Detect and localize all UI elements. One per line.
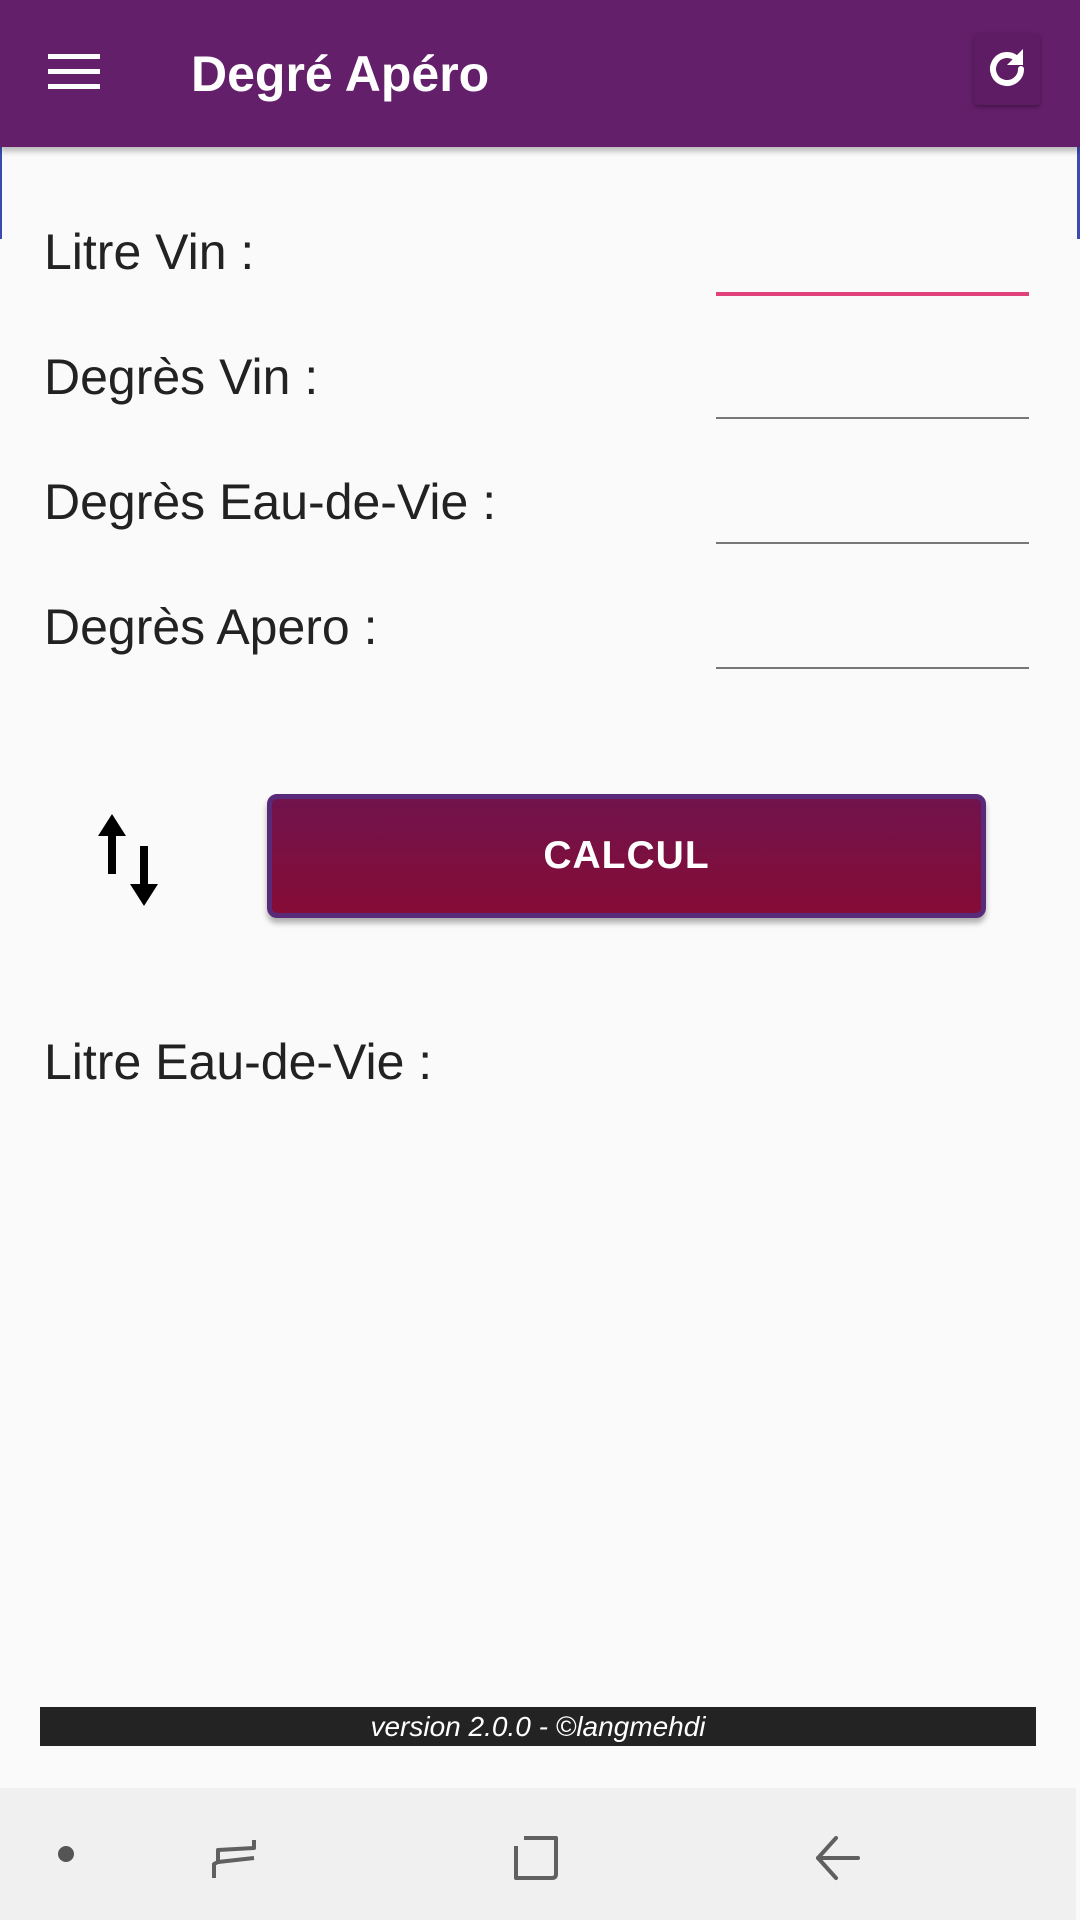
menu-button[interactable] xyxy=(30,28,118,116)
degres-eau-de-vie-input[interactable] xyxy=(716,474,1029,544)
app-title: Degré Apéro xyxy=(191,46,490,102)
nav-back-button[interactable] xyxy=(798,1818,878,1898)
refresh-button[interactable] xyxy=(974,33,1040,105)
degres-vin-input[interactable] xyxy=(716,349,1029,419)
litre-vin-input[interactable] xyxy=(716,226,1029,296)
home-square-icon xyxy=(514,1836,558,1880)
app-bar: Degré Apéro xyxy=(0,0,1080,147)
dot-icon xyxy=(58,1846,74,1862)
nav-recents-button[interactable] xyxy=(194,1818,274,1898)
recent-apps-icon xyxy=(212,1840,256,1878)
app-screen: Degré Apéro Litre Vin : Degrès Vin : Deg… xyxy=(0,0,1080,1920)
degres-apero-label: Degrès Apero : xyxy=(44,599,378,655)
nav-home-button[interactable] xyxy=(496,1818,576,1898)
degres-eau-de-vie-label: Degrès Eau-de-Vie : xyxy=(44,474,497,530)
back-arrow-icon xyxy=(816,1836,860,1880)
calcul-button[interactable]: CALCUL xyxy=(267,794,986,918)
degres-apero-input[interactable] xyxy=(716,599,1029,669)
swap-vertical-icon xyxy=(98,814,158,906)
system-navigation-bar xyxy=(0,1788,1076,1920)
degres-vin-label: Degrès Vin : xyxy=(44,349,319,405)
edge-divider-left xyxy=(0,147,2,239)
nav-dot-button[interactable] xyxy=(46,1834,86,1874)
refresh-icon xyxy=(990,49,1024,86)
hamburger-menu-icon xyxy=(48,54,100,89)
version-footer: version 2.0.0 - ©langmehdi xyxy=(40,1707,1036,1746)
swap-button[interactable] xyxy=(82,805,178,915)
litre-eau-de-vie-label: Litre Eau-de-Vie : xyxy=(44,1034,433,1090)
litre-vin-label: Litre Vin : xyxy=(44,224,255,280)
